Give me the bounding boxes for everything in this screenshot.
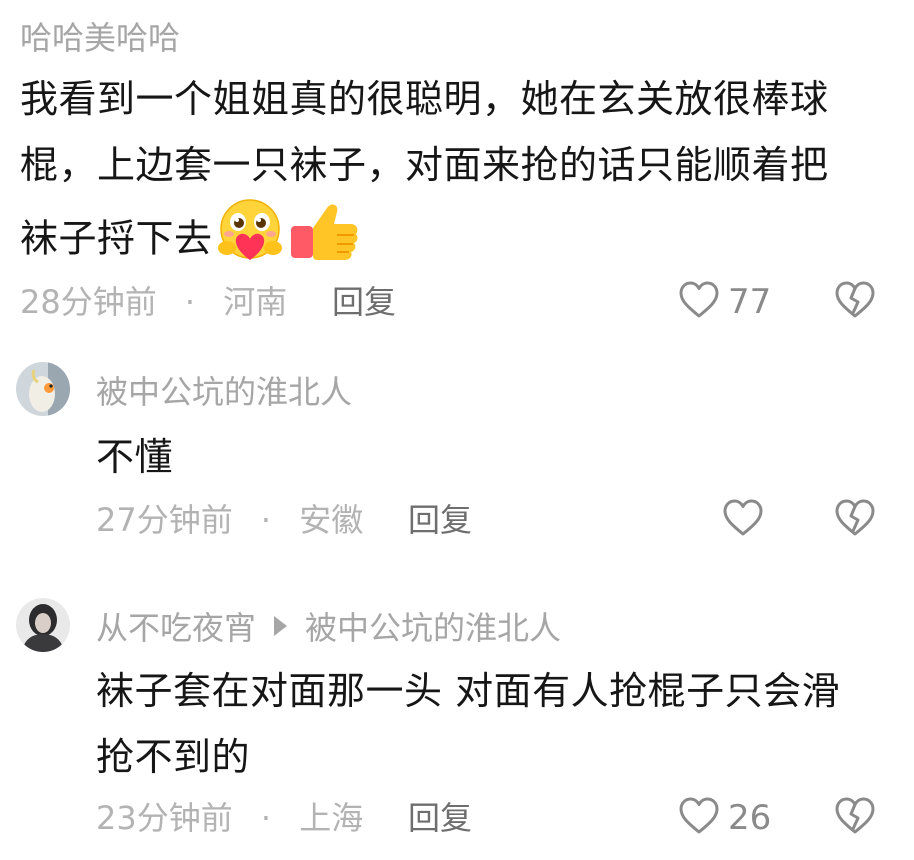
heart-hug-emoji-icon bbox=[213, 198, 287, 284]
comment-location: 安徽 bbox=[299, 501, 364, 539]
broken-heart-icon bbox=[835, 281, 875, 318]
comment-time: 28分钟前 bbox=[20, 283, 157, 321]
reply-to-username[interactable]: 被中公坑的淮北人 bbox=[305, 609, 561, 647]
dislike-button[interactable] bbox=[834, 280, 876, 320]
heart-outline-icon bbox=[679, 797, 719, 834]
meta-separator: · bbox=[184, 283, 196, 321]
comment-meta: 28分钟前 · 河南 bbox=[20, 282, 287, 322]
comment-time: 23分钟前 bbox=[96, 799, 233, 837]
dislike-button[interactable] bbox=[834, 796, 876, 836]
reply-arrow-icon bbox=[274, 616, 288, 636]
comment-username[interactable]: 被中公坑的淮北人 bbox=[96, 372, 352, 412]
avatar[interactable] bbox=[16, 362, 70, 416]
comment-text-line: 我看到一个姐姐真的很聪明，她在玄关放很棒球 bbox=[20, 77, 829, 121]
like-button[interactable] bbox=[678, 796, 720, 836]
broken-heart-icon bbox=[835, 499, 875, 536]
comment-time: 27分钟前 bbox=[96, 501, 233, 539]
comment-meta: 23分钟前 · 上海 bbox=[96, 798, 363, 838]
heart-outline-icon bbox=[679, 281, 719, 318]
reply-button[interactable]: 回复 bbox=[332, 282, 396, 322]
comment-text-line: 袜子套在对面那一头 对面有人抢棍子只会滑 bbox=[96, 669, 841, 713]
heart-outline-icon bbox=[723, 499, 763, 536]
comment-text-fragment: 袜子捋下去 bbox=[20, 216, 213, 261]
reply-button[interactable]: 回复 bbox=[408, 500, 472, 540]
comment-location: 河南 bbox=[223, 283, 288, 321]
comment-location: 上海 bbox=[299, 799, 364, 837]
meta-separator: · bbox=[260, 501, 272, 539]
comment-text-line: 袜子捋下去 bbox=[20, 198, 900, 284]
comment-text: 袜子套在对面那一头 对面有人抢棍子只会滑 抢不到的 bbox=[96, 658, 896, 790]
avatar[interactable] bbox=[16, 598, 70, 652]
comment-text: 我看到一个姐姐真的很聪明，她在玄关放很棒球 棍，上边套一只袜子，对面来抢的话只能… bbox=[20, 66, 900, 284]
comment-text: 不懂 bbox=[96, 435, 174, 479]
thumbs-up-emoji-icon bbox=[287, 198, 361, 284]
like-count: 26 bbox=[728, 798, 772, 838]
person-avatar-icon bbox=[16, 598, 70, 652]
dislike-button[interactable] bbox=[834, 498, 876, 538]
like-button[interactable] bbox=[678, 280, 720, 320]
comment-username-row: 从不吃夜宵 被中公坑的淮北人 bbox=[96, 608, 561, 648]
like-button[interactable] bbox=[722, 498, 764, 538]
comment-username[interactable]: 哈哈美哈哈 bbox=[20, 18, 180, 58]
bird-avatar-icon bbox=[16, 362, 70, 416]
comment-username[interactable]: 从不吃夜宵 bbox=[96, 609, 256, 647]
comment-text-line: 棍，上边套一只袜子，对面来抢的话只能顺着把 bbox=[20, 143, 829, 187]
like-count: 77 bbox=[728, 282, 772, 322]
meta-separator: · bbox=[260, 799, 272, 837]
broken-heart-icon bbox=[835, 797, 875, 834]
reply-button[interactable]: 回复 bbox=[408, 798, 472, 838]
comment-text-line: 抢不到的 bbox=[96, 735, 251, 779]
comment-meta: 27分钟前 · 安徽 bbox=[96, 500, 363, 540]
